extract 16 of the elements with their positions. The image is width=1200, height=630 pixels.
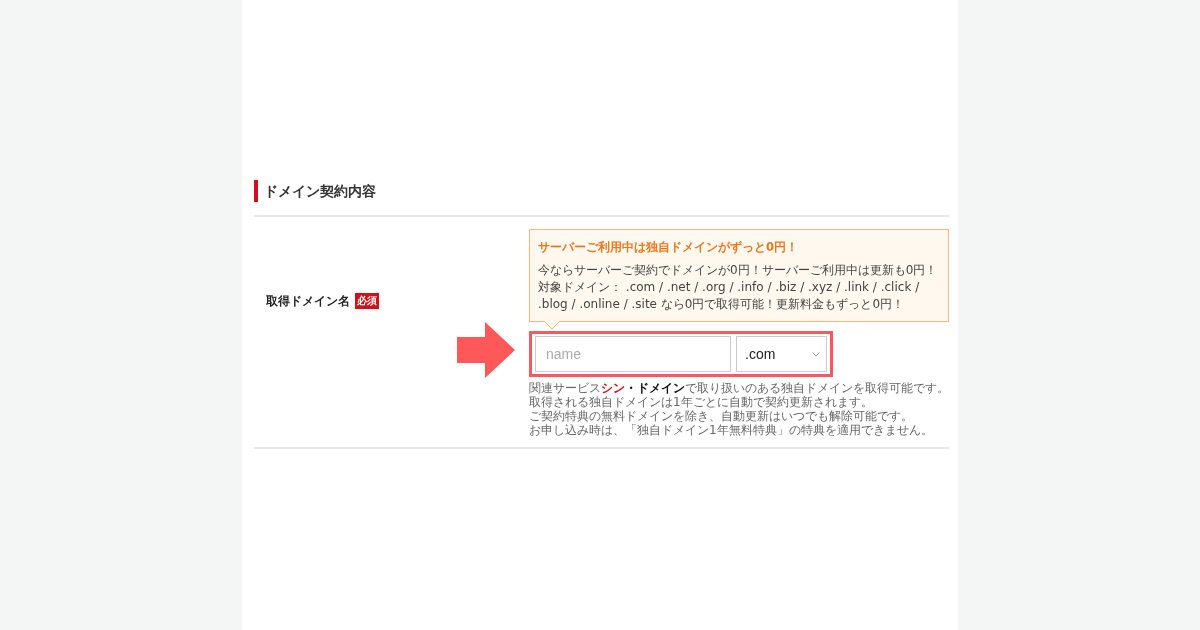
promo-text: 対象ドメイン： .com / .net / .org / .info / .biz / .xyz / .link / .click / xyxy=(538,279,921,296)
chevron-down-icon xyxy=(812,351,820,357)
brand-name: シン・ドメイン xyxy=(601,381,685,395)
promo-text: .blog / .online / .site なら0円で取得可能！更新料金もずっと0円！ xyxy=(538,296,906,313)
domain-name-field[interactable]: name xyxy=(535,336,731,372)
required-badge: 必須 xyxy=(355,293,379,309)
field-label: 取得ドメイン名 xyxy=(266,293,350,309)
tld-select[interactable]: .com xyxy=(736,336,827,372)
note-text: ご契約特典の無料ドメインを除き、自動更新はいつでも解除可能です。 xyxy=(529,409,914,423)
arrow-icon xyxy=(457,322,515,378)
promo-text: 今ならサーバーご契約でドメインが0円！サーバーご利用中は更新も0円！ xyxy=(538,262,939,279)
service-note: 関連サービスシン・ドメインで取り扱いのある独自ドメインを取得可能です。 xyxy=(529,381,949,395)
note-text: お申し込み時は、「独自ドメイン1年無料特典」の特典を適用できません。 xyxy=(529,423,934,437)
note-text: 取得される独自ドメインは1年ごとに自動で契約更新されます。 xyxy=(529,395,874,409)
section-heading: ドメイン契約内容 xyxy=(254,180,949,202)
promo-title: サーバーご利用中は独自ドメインがずっと0円！ xyxy=(538,239,799,256)
